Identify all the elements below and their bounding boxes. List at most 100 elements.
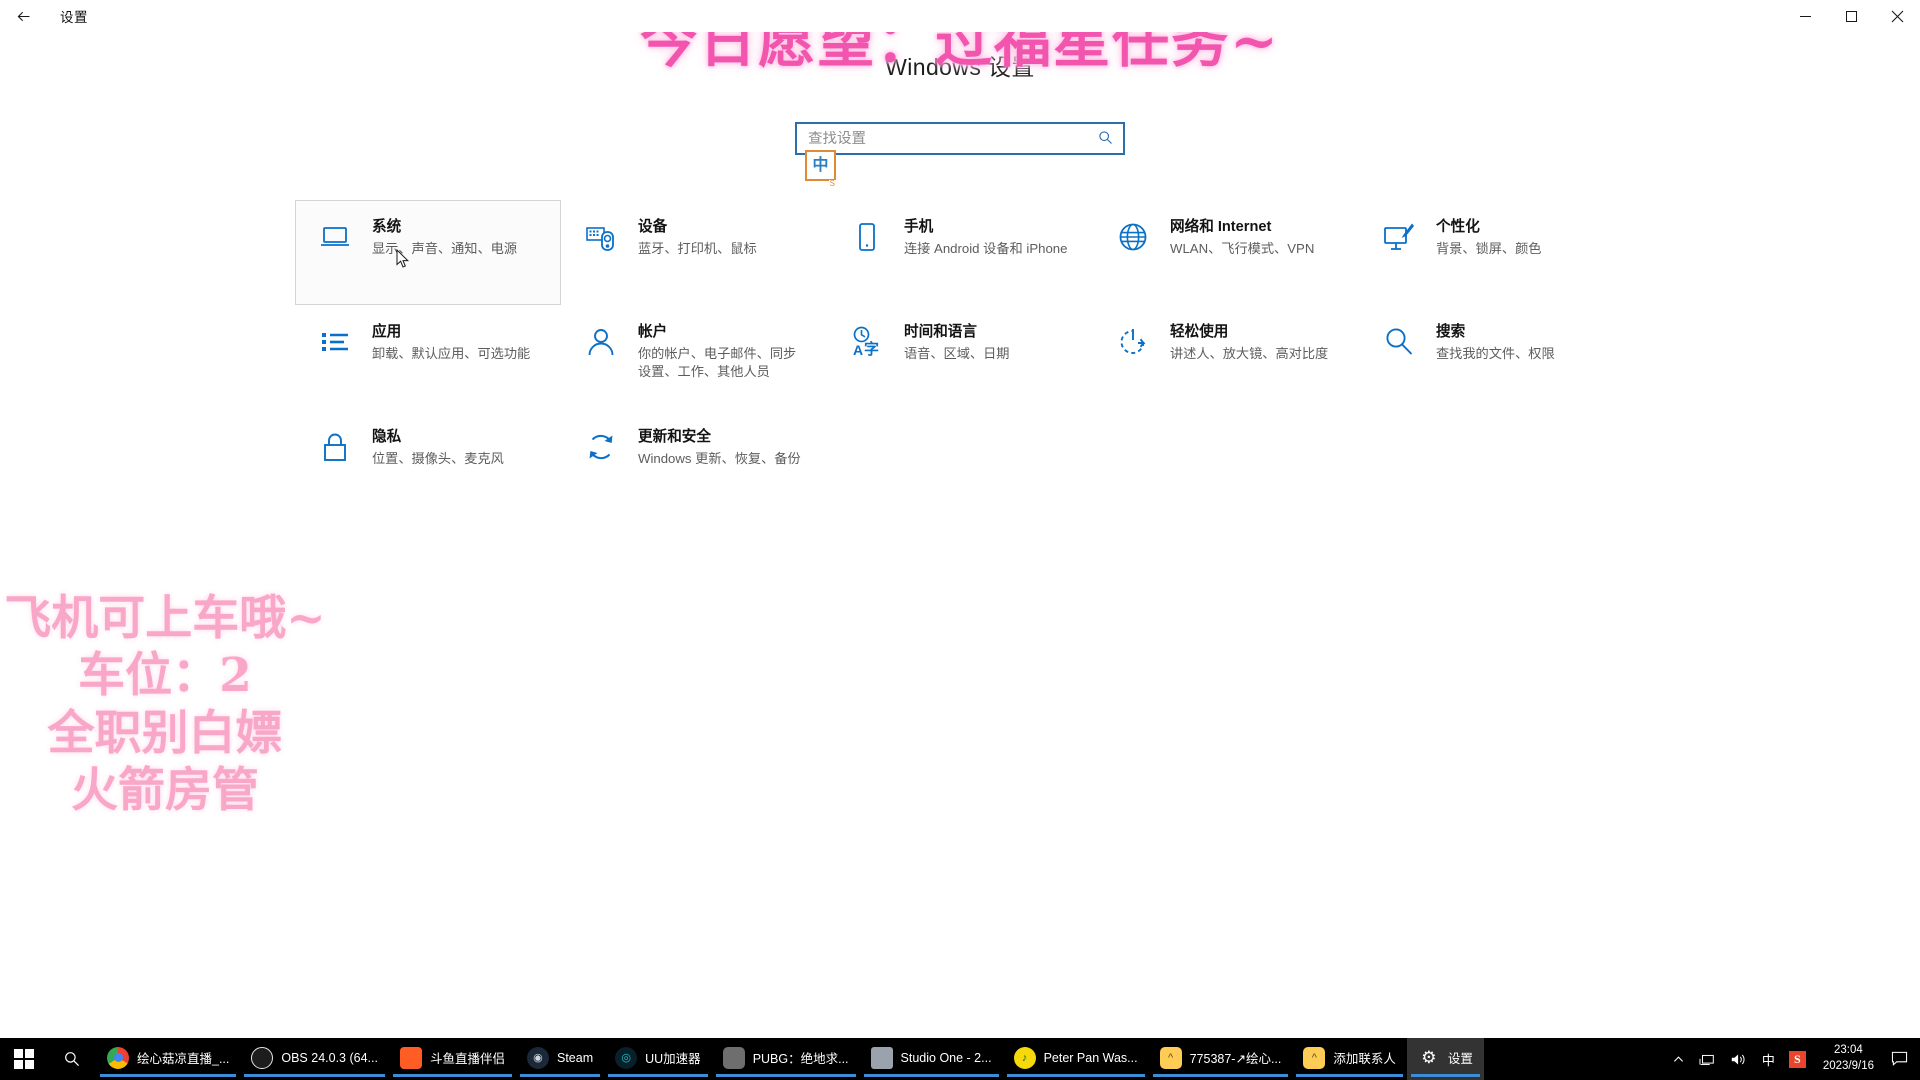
- settings-tile[interactable]: A 字时间和语言 语音、区域、日期: [827, 305, 1093, 410]
- network-icon: [1699, 1054, 1714, 1065]
- devices-icon: [586, 227, 614, 251]
- svg-text:A: A: [853, 342, 863, 358]
- monitor-icon: [321, 227, 349, 246]
- tile-title: 隐私: [372, 429, 402, 445]
- taskbar-app-label: 斗鱼直播伴侣: [429, 1052, 505, 1066]
- studioone-icon: [870, 1046, 893, 1069]
- tile-text: 更新和安全 Windows 更新、恢复、备份: [638, 428, 801, 468]
- tile-title: 轻松使用: [1170, 324, 1229, 340]
- settings-tile[interactable]: 设备蓝牙、打印机、鼠标: [561, 200, 827, 305]
- taskbar-app[interactable]: ◎ UU加速器: [604, 1038, 712, 1080]
- tile-text: 应用 卸载、默认应用、可选功能: [372, 323, 530, 363]
- maximize-icon: [1845, 10, 1857, 22]
- back-button[interactable]: [0, 0, 46, 32]
- settings-tile[interactable]: 隐私位置、摄像头、麦克风: [295, 410, 561, 515]
- overlay-left-line: 全职别白嫖: [47, 705, 283, 761]
- taskbar-app[interactable]: ⚙ 设置: [1406, 1038, 1484, 1080]
- settings-tile[interactable]: 网络和 Internet WLAN、飞行模式、VPN: [1093, 200, 1359, 305]
- settings-tile[interactable]: 应用 卸载、默认应用、可选功能: [295, 305, 561, 410]
- taskbar-app[interactable]: Studio One - 2...: [860, 1038, 1003, 1080]
- settings-tile[interactable]: 搜索 查找我的文件、权限: [1359, 305, 1625, 410]
- settings-tile[interactable]: 系统 显示、声音、通知、电源: [295, 200, 561, 305]
- settings-tile[interactable]: 手机 连接 Android 设备和 iPhone: [827, 200, 1093, 305]
- mouse-cursor: [396, 248, 410, 274]
- lock-icon: [324, 433, 346, 461]
- taskbar-app[interactable]: OBS 24.0.3 (64...: [240, 1038, 389, 1080]
- tile-title: 设备: [638, 219, 668, 235]
- brush-icon: [1384, 223, 1414, 250]
- volume-button[interactable]: [1723, 1038, 1755, 1080]
- taskbar-app-label: Peter Pan Was...: [1043, 1050, 1138, 1065]
- applist-icon: [318, 325, 352, 359]
- devices-icon: [584, 220, 618, 254]
- applist-icon: [322, 333, 348, 351]
- start-button[interactable]: [0, 1038, 48, 1080]
- search-input[interactable]: [808, 130, 1098, 147]
- close-button[interactable]: [1874, 0, 1920, 32]
- taskbar-app[interactable]: 斗鱼直播伴侣: [389, 1038, 516, 1080]
- tile-description: 位置、摄像头、麦克风: [372, 451, 504, 467]
- tile-description: 蓝牙、打印机、鼠标: [638, 241, 757, 257]
- tile-title: 时间和语言: [904, 324, 977, 340]
- taskbar-app[interactable]: 绘心菇凉直播_...: [96, 1038, 240, 1080]
- tile-title: 更新和安全: [638, 429, 711, 445]
- taskbar-app[interactable]: ◉ Steam: [516, 1038, 604, 1080]
- tray-ime-button[interactable]: 中: [1755, 1038, 1782, 1080]
- ime-mode-indicator[interactable]: 中 S: [805, 150, 836, 188]
- person-icon: [588, 329, 614, 356]
- taskbar-app-list: 绘心菇凉直播_... OBS 24.0.3 (64... 斗鱼直播伴侣 ◉ Steam ◎…: [96, 1038, 1484, 1080]
- desktop-root: 设置 Windows 设置 中 S: [0, 0, 1920, 1080]
- taskbar-app[interactable]: ^ 775387-↗绘心...: [1149, 1038, 1293, 1080]
- search-icon[interactable]: [1098, 130, 1117, 148]
- taskbar-search-button[interactable]: [48, 1038, 96, 1080]
- refresh-icon: [584, 430, 618, 464]
- person-icon: [584, 325, 618, 359]
- taskbar-empty-area[interactable]: [1484, 1038, 1666, 1080]
- settings-tile[interactable]: 个性化 背景、锁屏、颜色: [1359, 200, 1625, 305]
- clock-time: 23:04: [1834, 1044, 1863, 1057]
- tile-title: 应用: [372, 324, 402, 340]
- action-center-button[interactable]: [1884, 1038, 1914, 1080]
- network-button[interactable]: [1691, 1038, 1723, 1080]
- magnifier-icon: [1382, 325, 1416, 359]
- sogou-ime-button[interactable]: S: [1782, 1038, 1813, 1080]
- taskbar-app[interactable]: ♪ Peter Pan Was...: [1003, 1038, 1149, 1080]
- tile-text: 系统 显示、声音、通知、电源: [372, 218, 517, 258]
- magnifier-icon: [1386, 328, 1413, 355]
- settings-tile[interactable]: 轻松使用 讲述人、放大镜、高对比度: [1093, 305, 1359, 410]
- phone-icon: [850, 220, 884, 254]
- brush-icon: [1382, 220, 1416, 254]
- uu-icon: ◎: [615, 1046, 638, 1069]
- tile-text: 设备蓝牙、打印机、鼠标: [638, 218, 757, 258]
- tile-description: 查找我的文件、权限: [1436, 346, 1555, 362]
- steam-icon: ◉: [526, 1046, 549, 1069]
- tile-text: 搜索 查找我的文件、权限: [1436, 323, 1555, 363]
- globe-icon: [1116, 220, 1150, 254]
- tray-expand-button[interactable]: [1666, 1038, 1691, 1080]
- taskbar-app-label: 775387-↗绘心...: [1189, 1052, 1282, 1066]
- tile-title: 手机: [904, 219, 934, 235]
- tile-text: 手机 连接 Android 设备和 iPhone: [904, 218, 1067, 258]
- settings-tile[interactable]: 帐户 你的帐户、电子邮件、同步设置、工作、其他人员: [561, 305, 827, 410]
- maximize-button[interactable]: [1828, 0, 1874, 32]
- accessibility-icon: [1120, 329, 1146, 354]
- tile-title: 帐户: [638, 324, 668, 340]
- taskbar-app[interactable]: PUBG：绝地求...: [712, 1038, 860, 1080]
- minimize-button[interactable]: [1782, 0, 1828, 32]
- taskbar-app-label: Studio One - 2...: [900, 1050, 992, 1065]
- search-icon: [65, 1052, 80, 1067]
- pubg-icon: [722, 1046, 745, 1069]
- settings-tile[interactable]: 更新和安全 Windows 更新、恢复、备份: [561, 410, 827, 515]
- window-titlebar: 设置: [0, 0, 1920, 32]
- tile-description: Windows 更新、恢复、备份: [638, 451, 801, 467]
- taskbar-app[interactable]: ^ 添加联系人: [1292, 1038, 1407, 1080]
- tile-description: 语音、区域、日期: [904, 346, 1010, 362]
- cat-icon: ^: [1303, 1046, 1326, 1069]
- overlay-left-text: 飞机可上车哦~ 车位：2 全职别白嫖 火箭房管: [0, 590, 330, 819]
- search-box[interactable]: [795, 122, 1125, 155]
- clock-button[interactable]: 23:04 2023/9/16: [1813, 1038, 1884, 1080]
- back-arrow-icon: [17, 11, 29, 21]
- taskbar-app-label: 添加联系人: [1333, 1052, 1396, 1066]
- windows-logo-icon: [13, 1048, 35, 1070]
- tile-text: 个性化 背景、锁屏、颜色: [1436, 218, 1542, 258]
